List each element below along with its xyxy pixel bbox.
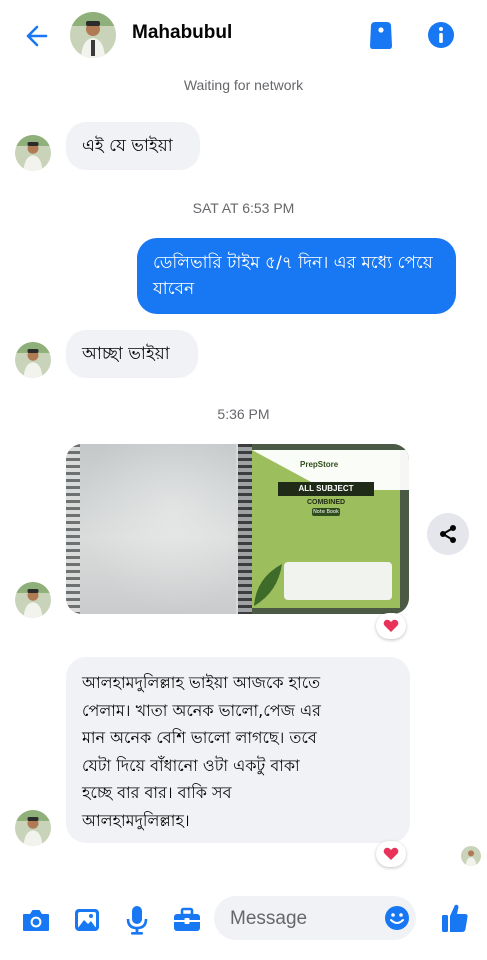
notebook-tag: Note Book xyxy=(312,508,340,516)
microphone-icon[interactable] xyxy=(123,904,151,936)
incoming-message[interactable]: এই যে ভাইয়া xyxy=(66,122,200,170)
notebook-back-photo[interactable] xyxy=(66,444,236,614)
notebook-front-photo[interactable]: PrepStore ALL SUBJECT COMBINED Note Book xyxy=(238,444,409,614)
message-line: পেলাম। খাতা অনেক ভালো,পেজ এর xyxy=(82,700,321,720)
message-text: ডেলিভারি টাইম ৫/৭ দিন। এর মধ্যে পেয়ে যা… xyxy=(153,253,433,299)
tag-icon[interactable] xyxy=(366,18,396,52)
emoji-icon[interactable] xyxy=(384,905,410,931)
message-line: আলহামদুলিল্লাহ। xyxy=(82,810,190,830)
info-icon[interactable] xyxy=(426,20,456,50)
timestamp: 5:36 PM xyxy=(217,406,270,422)
contact-avatar-small[interactable] xyxy=(15,582,51,618)
outgoing-message[interactable]: ডেলিভারি টাইম ৫/৭ দিন। এর মধ্যে পেয়ে যা… xyxy=(137,238,456,314)
photo-message[interactable]: PrepStore ALL SUBJECT COMBINED Note Book xyxy=(66,444,409,614)
briefcase-icon[interactable] xyxy=(172,906,202,934)
leaf-icon xyxy=(254,564,282,606)
timestamp: SAT AT 6:53 PM xyxy=(192,200,295,216)
contact-avatar-small[interactable] xyxy=(15,810,51,846)
contact-name[interactable]: Mahabubul xyxy=(132,22,232,44)
notebook-subtitle: COMBINED xyxy=(306,499,346,506)
incoming-message[interactable]: আচ্ছা ভাইয়া xyxy=(66,330,198,378)
contact-avatar-small[interactable] xyxy=(15,135,51,171)
message-line: আলহামদুলিল্লাহ ভাইয়া আজকে হাতে xyxy=(82,673,321,692)
spiral-binding xyxy=(66,444,80,614)
message-line: হচ্ছে বার বার। বাকি সব xyxy=(82,783,232,802)
notebook-title: ALL SUBJECT xyxy=(278,482,374,496)
notebook-cover: PrepStore ALL SUBJECT COMBINED Note Book xyxy=(252,450,409,608)
message-line: মান অনেক বেশি ভালো লাগছে। তবে xyxy=(82,728,317,747)
chat-header: Mahabubul xyxy=(0,0,487,70)
seen-receipt-avatar xyxy=(461,846,481,866)
message-text: এই যে ভাইয়া xyxy=(82,136,173,156)
spiral-binding xyxy=(238,444,252,614)
network-status: Waiting for network xyxy=(183,77,304,93)
notebook-brand: PrepStore xyxy=(300,460,339,469)
camera-icon[interactable] xyxy=(21,906,51,934)
back-arrow-icon[interactable] xyxy=(18,18,54,54)
message-input[interactable] xyxy=(228,896,382,942)
thumbs-up-icon[interactable] xyxy=(440,902,470,934)
contact-avatar-small[interactable] xyxy=(15,342,51,378)
heart-reaction-icon[interactable] xyxy=(376,613,406,639)
notebook-label-box xyxy=(284,562,392,600)
heart-reaction-icon[interactable] xyxy=(376,841,406,867)
gallery-icon[interactable] xyxy=(73,906,101,934)
incoming-message[interactable]: আলহামদুলিল্লাহ ভাইয়া আজকে হাতে পেলাম। খ… xyxy=(66,657,410,843)
message-input-container[interactable] xyxy=(214,896,416,942)
message-text: আচ্ছা ভাইয়া xyxy=(82,344,170,364)
message-line: যেটা দিয়ে বাঁধানো ওটা একটু বাকা xyxy=(82,755,300,775)
share-icon[interactable] xyxy=(427,513,469,555)
contact-avatar[interactable] xyxy=(70,12,116,58)
